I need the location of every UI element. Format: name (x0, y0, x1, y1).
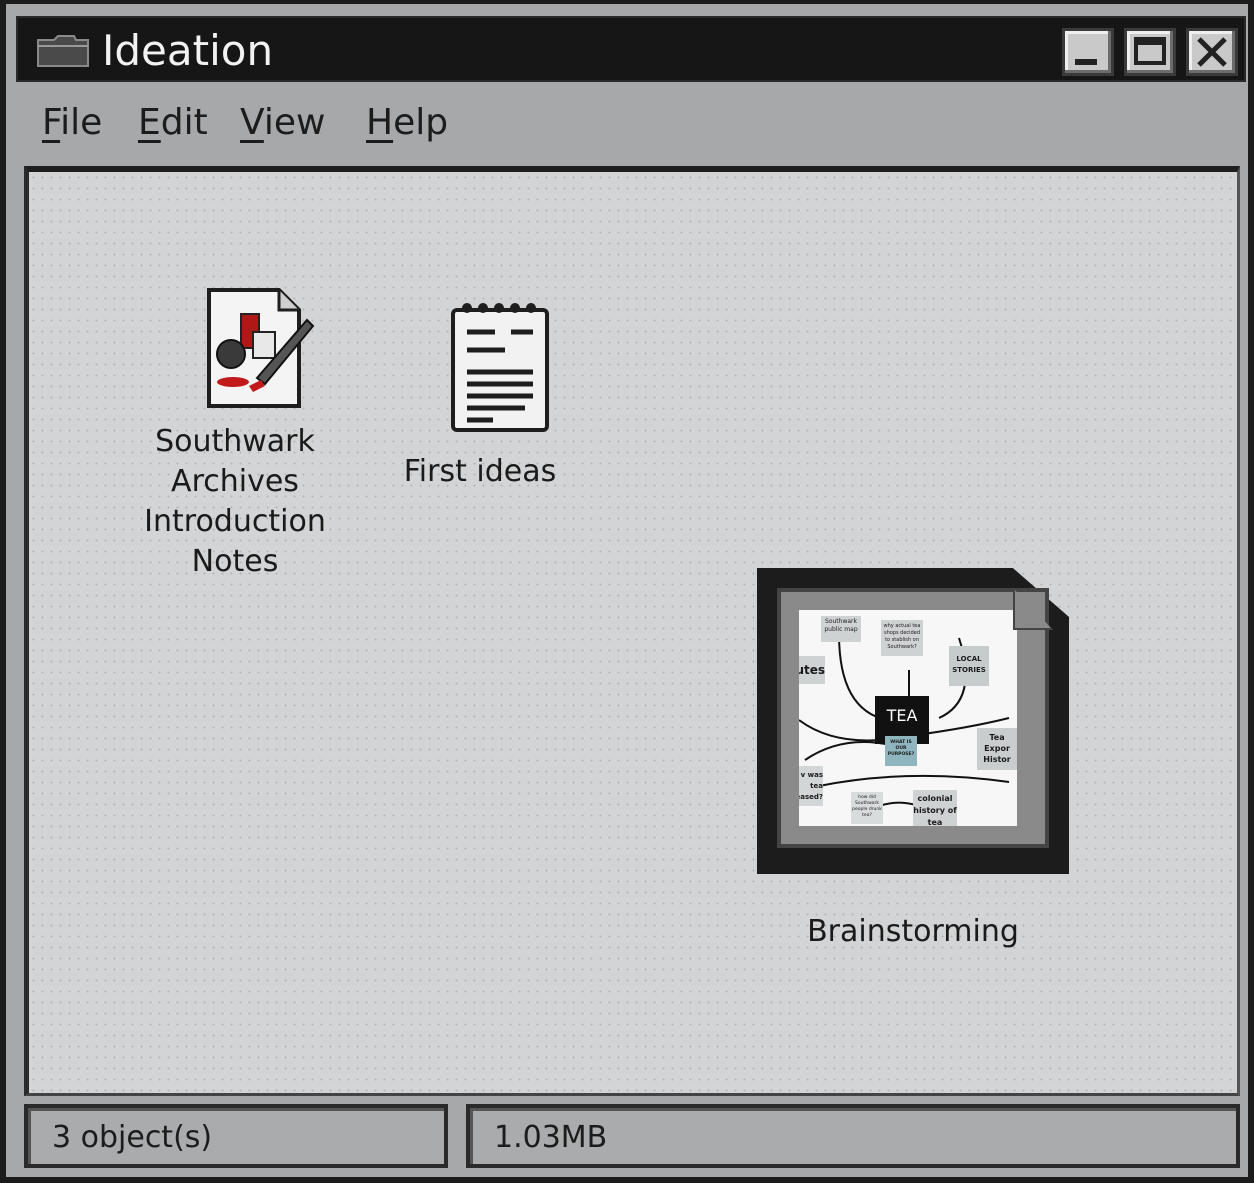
paint-document-icon (206, 288, 314, 408)
maximize-button[interactable] (1124, 28, 1176, 76)
notepad-icon (451, 303, 549, 432)
sticky-note: v was tea eased? (799, 766, 823, 806)
file-label: Southwark Archives Introduction Notes (144, 424, 326, 579)
status-size: 1.03MB (494, 1120, 608, 1155)
mindmap-thumbnail-icon: Southwark public map why actual tea shop… (757, 568, 1069, 874)
menu-file[interactable]: File (42, 102, 102, 143)
file-brainstorming[interactable]: Southwark public map why actual tea shop… (755, 568, 1071, 952)
folder-content-area[interactable]: Southwark Archives Introduction Notes Fi… (24, 166, 1240, 1096)
menu-view[interactable]: View (240, 102, 325, 143)
sticky-note: WHAT IS OUR PURPOSE? (885, 736, 917, 766)
menu-edit[interactable]: Edit (138, 102, 208, 143)
mindmap-preview: Southwark public map why actual tea shop… (799, 610, 1017, 826)
file-label: First ideas (403, 454, 557, 489)
file-southwark-archives[interactable]: Southwark Archives Introduction Notes (137, 282, 333, 582)
sticky-note: how did Southwark people drunk tea? (851, 792, 883, 824)
sticky-note: LOCAL STORIES (949, 646, 989, 686)
sticky-note: why actual tea shops decided to stablish… (881, 620, 923, 656)
explorer-window: Ideation File Edit View Help Southwark A… (0, 0, 1254, 1183)
sticky-note: Southwark public map (821, 616, 861, 642)
close-icon (1197, 37, 1227, 67)
minimize-button[interactable] (1062, 28, 1114, 76)
sticky-note: utes (799, 656, 825, 684)
window-title: Ideation (102, 26, 274, 75)
status-size-panel: 1.03MB (466, 1104, 1240, 1168)
file-label: Brainstorming (807, 914, 1019, 949)
file-first-ideas[interactable]: First ideas (385, 298, 575, 492)
status-objects-panel: 3 object(s) (24, 1104, 448, 1168)
sticky-note: Tea Expor Histor (977, 728, 1017, 770)
maximize-icon (1134, 37, 1166, 65)
status-objects: 3 object(s) (52, 1120, 213, 1155)
sticky-note: colonial history of tea (913, 790, 957, 826)
close-button[interactable] (1186, 28, 1238, 76)
menu-help[interactable]: Help (366, 102, 448, 143)
title-bar[interactable]: Ideation (16, 16, 1246, 82)
minimize-icon (1075, 59, 1097, 65)
folder-icon (37, 35, 89, 67)
